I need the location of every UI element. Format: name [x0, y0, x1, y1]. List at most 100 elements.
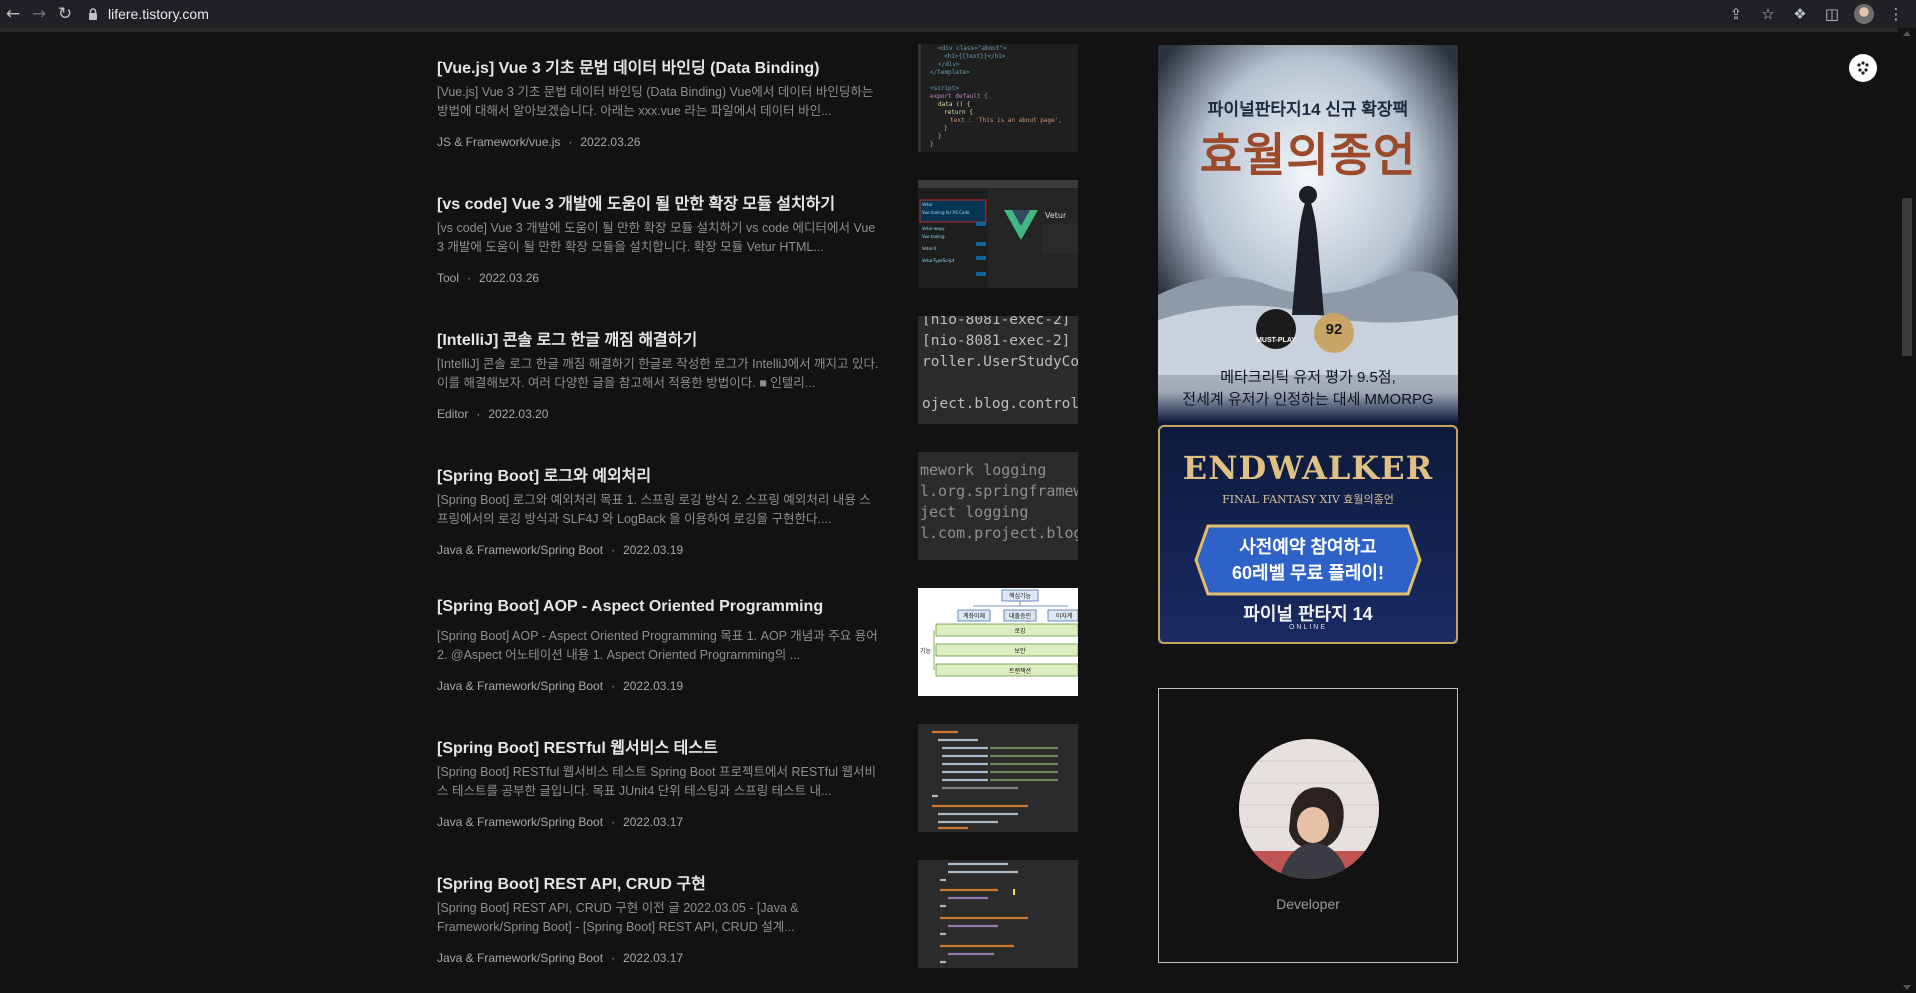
ad-cta-line-1: 사전예약 참여하고 [1239, 537, 1377, 557]
svg-text:</div>: </div> [938, 61, 960, 68]
post-thumbnail[interactable] [918, 724, 1078, 832]
post-category[interactable]: Tool [437, 271, 459, 285]
svg-text:Vue tooling for VS Code: Vue tooling for VS Code [922, 210, 970, 215]
thumb-log-line: roller.UserStudyCon [922, 354, 1078, 370]
thumb-log-line: l.com.project.blog [920, 524, 1078, 542]
post-category[interactable]: Editor [437, 407, 468, 421]
post-date: 2022.03.17 [623, 951, 684, 965]
ad-text: 메타크리틱 유저 평가 9.5점, 전세계 유저가 인정하는 대세 MMORPG [1158, 367, 1458, 411]
address-bar[interactable]: lifere.tistory.com [86, 2, 209, 26]
svg-text:Vue tooling: Vue tooling [922, 234, 945, 239]
url-text: lifere.tistory.com [108, 6, 209, 22]
post-thumbnail[interactable]: <div class="about"> <h1>{{text}}</h1> </… [918, 44, 1078, 152]
post-title[interactable]: [vs code] Vue 3 개발에 도움이 될 만한 확장 모듈 설치하기 [437, 190, 897, 214]
post-thumbnail[interactable] [918, 860, 1078, 968]
ad-logo: ENDWALKER [1182, 449, 1434, 487]
post-item[interactable]: [IntelliJ] 콘솔 로그 한글 깨짐 해결하기 [IntelliJ] 콘… [437, 316, 1078, 436]
side-panel-icon[interactable]: ◫ [1822, 4, 1842, 24]
svg-text:data () {: data () { [938, 101, 971, 108]
aop-label: 트랜잭션 [1009, 667, 1031, 675]
post-title[interactable]: [IntelliJ] 콘솔 로그 한글 깨짐 해결하기 [437, 326, 897, 350]
post-thumbnail[interactable]: mework logging l.org.springframew ject l… [918, 452, 1078, 560]
post-title[interactable]: [Spring Boot] AOP - Aspect Oriented Prog… [437, 598, 897, 616]
post-date: 2022.03.19 [623, 679, 684, 693]
bookmark-star-icon[interactable]: ☆ [1758, 4, 1778, 24]
post-thumbnail[interactable]: Vetur Vue tooling for VS Code Vetur-wepy V… [918, 180, 1078, 288]
svg-text:export default {: export default { [930, 93, 988, 100]
ad-line-2: 전세계 유저가 인정하는 대세 MMORPG [1182, 391, 1434, 408]
post-excerpt: [Spring Boot] RESTful 웹서비스 테스트 Spring Bo… [437, 765, 876, 798]
metacritic-badge: MUST-PLAY [1256, 337, 1296, 344]
thumb-log-line: oject.blog.controlle [922, 396, 1078, 412]
post-excerpt: [Spring Boot] 로그와 예외처리 목표 1. 스프링 로깅 방식 2… [437, 493, 871, 526]
more-menu-button[interactable] [1849, 54, 1877, 82]
reload-icon[interactable]: ↻ [52, 1, 78, 27]
post-meta: Java & Framework/Spring Boot · 2022.03.19 [437, 679, 684, 693]
svg-text:Vetur: Vetur [922, 202, 933, 207]
post-item[interactable]: [Vue.js] Vue 3 기초 문법 데이터 바인딩 (Data Bindi… [437, 44, 1078, 164]
thumb-log-line: [nio-8081-exec-2] [922, 316, 1071, 328]
forward-icon[interactable]: → [26, 1, 52, 27]
post-category[interactable]: Java & Framework/Spring Boot [437, 543, 603, 557]
ad-title: 효월의종언 [1199, 128, 1417, 182]
post-meta: Java & Framework/Spring Boot · 2022.03.17 [437, 951, 684, 965]
post-item[interactable]: [Spring Boot] AOP - Aspect Oriented Prog… [437, 588, 1078, 708]
ad-cta-button[interactable]: 사전예약 참여하고 60레벨 무료 플레이! [1194, 522, 1422, 598]
post-item[interactable]: [Spring Boot] 로그와 예외처리 [Spring Boot] 로그와… [437, 452, 1078, 572]
browser-menu-icon[interactable]: ⋮ [1886, 4, 1906, 24]
aop-label: 기능 [920, 647, 932, 655]
thumb-log-line: [nio-8081-exec-2] [922, 333, 1071, 349]
post-meta: Editor · 2022.03.20 [437, 407, 549, 421]
post-excerpt: [vs code] Vue 3 개발에 도움이 될 만한 확장 모듈 설치하기 … [437, 221, 876, 254]
post-title[interactable]: [Spring Boot] REST API, CRUD 구현 [437, 870, 897, 894]
svg-text:}: } [930, 141, 934, 148]
toolbar-divider [0, 28, 1916, 32]
post-excerpt: [IntelliJ] 콘솔 로그 한글 깨짐 해결하기 한글로 작성한 로그가 … [437, 357, 879, 390]
post-excerpt: [Spring Boot] REST API, CRUD 구현 이전 글 202… [437, 901, 799, 934]
post-date: 2022.03.17 [623, 815, 684, 829]
aop-label: 대출승인 [1009, 612, 1031, 620]
ad-footer-sub: ONLINE [1288, 624, 1328, 631]
post-category[interactable]: Java & Framework/Spring Boot [437, 951, 603, 965]
post-thumbnail[interactable]: 핵심기능 계좌이체 대출승인 이자계 로깅 보안 트랜잭션 기능 [918, 588, 1078, 696]
scrollbar-thumb[interactable] [1902, 198, 1912, 356]
post-title[interactable]: [Vue.js] Vue 3 기초 문법 데이터 바인딩 (Data Bindi… [437, 54, 897, 78]
post-thumbnail[interactable]: [nio-8081-exec-2] [nio-8081-exec-2] roll… [918, 316, 1078, 424]
svg-text:}: } [938, 133, 942, 140]
post-title[interactable]: [Spring Boot] RESTful 웹서비스 테스트 [437, 734, 897, 758]
ad-headline: 파이널판타지14 신규 확장팩 [1207, 100, 1409, 119]
post-category[interactable]: Java & Framework/Spring Boot [437, 679, 603, 693]
svg-text:text : 'This is an about page': text : 'This is an about page', [950, 117, 1062, 124]
post-item[interactable]: [vs code] Vue 3 개발에 도움이 될 만한 확장 모듈 설치하기 … [437, 180, 1078, 300]
thumb-vetur-label: Vetur [1045, 211, 1067, 220]
profile-photo[interactable] [1239, 739, 1379, 879]
scroll-down-arrow-icon[interactable] [1903, 985, 1911, 990]
profile-avatar-icon[interactable] [1854, 4, 1874, 24]
thumb-log-line: l.org.springframew [920, 482, 1078, 500]
post-title[interactable]: [Spring Boot] 로그와 예외처리 [437, 462, 897, 486]
scroll-up-arrow-icon[interactable] [1903, 31, 1911, 36]
svg-text:<script>: <script> [930, 85, 959, 92]
svg-text:</template>: </template> [930, 69, 970, 76]
post-category[interactable]: Java & Framework/Spring Boot [437, 815, 603, 829]
ad-cta-line-2: 60레벨 무료 플레이! [1232, 563, 1384, 583]
page-scrollbar[interactable] [1898, 28, 1916, 993]
aop-label: 보안 [1014, 647, 1026, 655]
thumb-log-line: mework logging [920, 461, 1047, 479]
svg-text:return {: return { [944, 109, 973, 116]
back-icon[interactable]: ← [0, 1, 26, 27]
lock-icon [89, 8, 97, 20]
aop-label: 핵심기능 [1009, 592, 1032, 600]
post-item[interactable]: [Spring Boot] REST API, CRUD 구현 [Spring … [437, 860, 1078, 980]
ad-footer: 파이널 판타지 14 [1243, 604, 1373, 624]
post-excerpt: [Spring Boot] AOP - Aspect Oriented Prog… [437, 629, 878, 662]
post-excerpt: [Vue.js] Vue 3 기초 문법 데이터 바인딩 (Data Bindi… [437, 85, 874, 118]
extensions-icon[interactable]: ❖ [1790, 4, 1810, 24]
post-category[interactable]: JS & Framework/vue.js [437, 135, 560, 149]
post-item[interactable]: [Spring Boot] RESTful 웹서비스 테스트 [Spring B… [437, 724, 1078, 844]
post-date: 2022.03.20 [488, 407, 549, 421]
sidebar-ad-banner[interactable]: ⓘ✕ 파이널판타지14 신규 확장팩 효월의종언 MUST-PLAY 92 메타… [1158, 45, 1458, 644]
profile-label: Developer [1276, 896, 1340, 912]
share-icon[interactable]: ⇪ [1726, 4, 1746, 24]
svg-text:<div class="about">: <div class="about"> [938, 45, 1007, 52]
